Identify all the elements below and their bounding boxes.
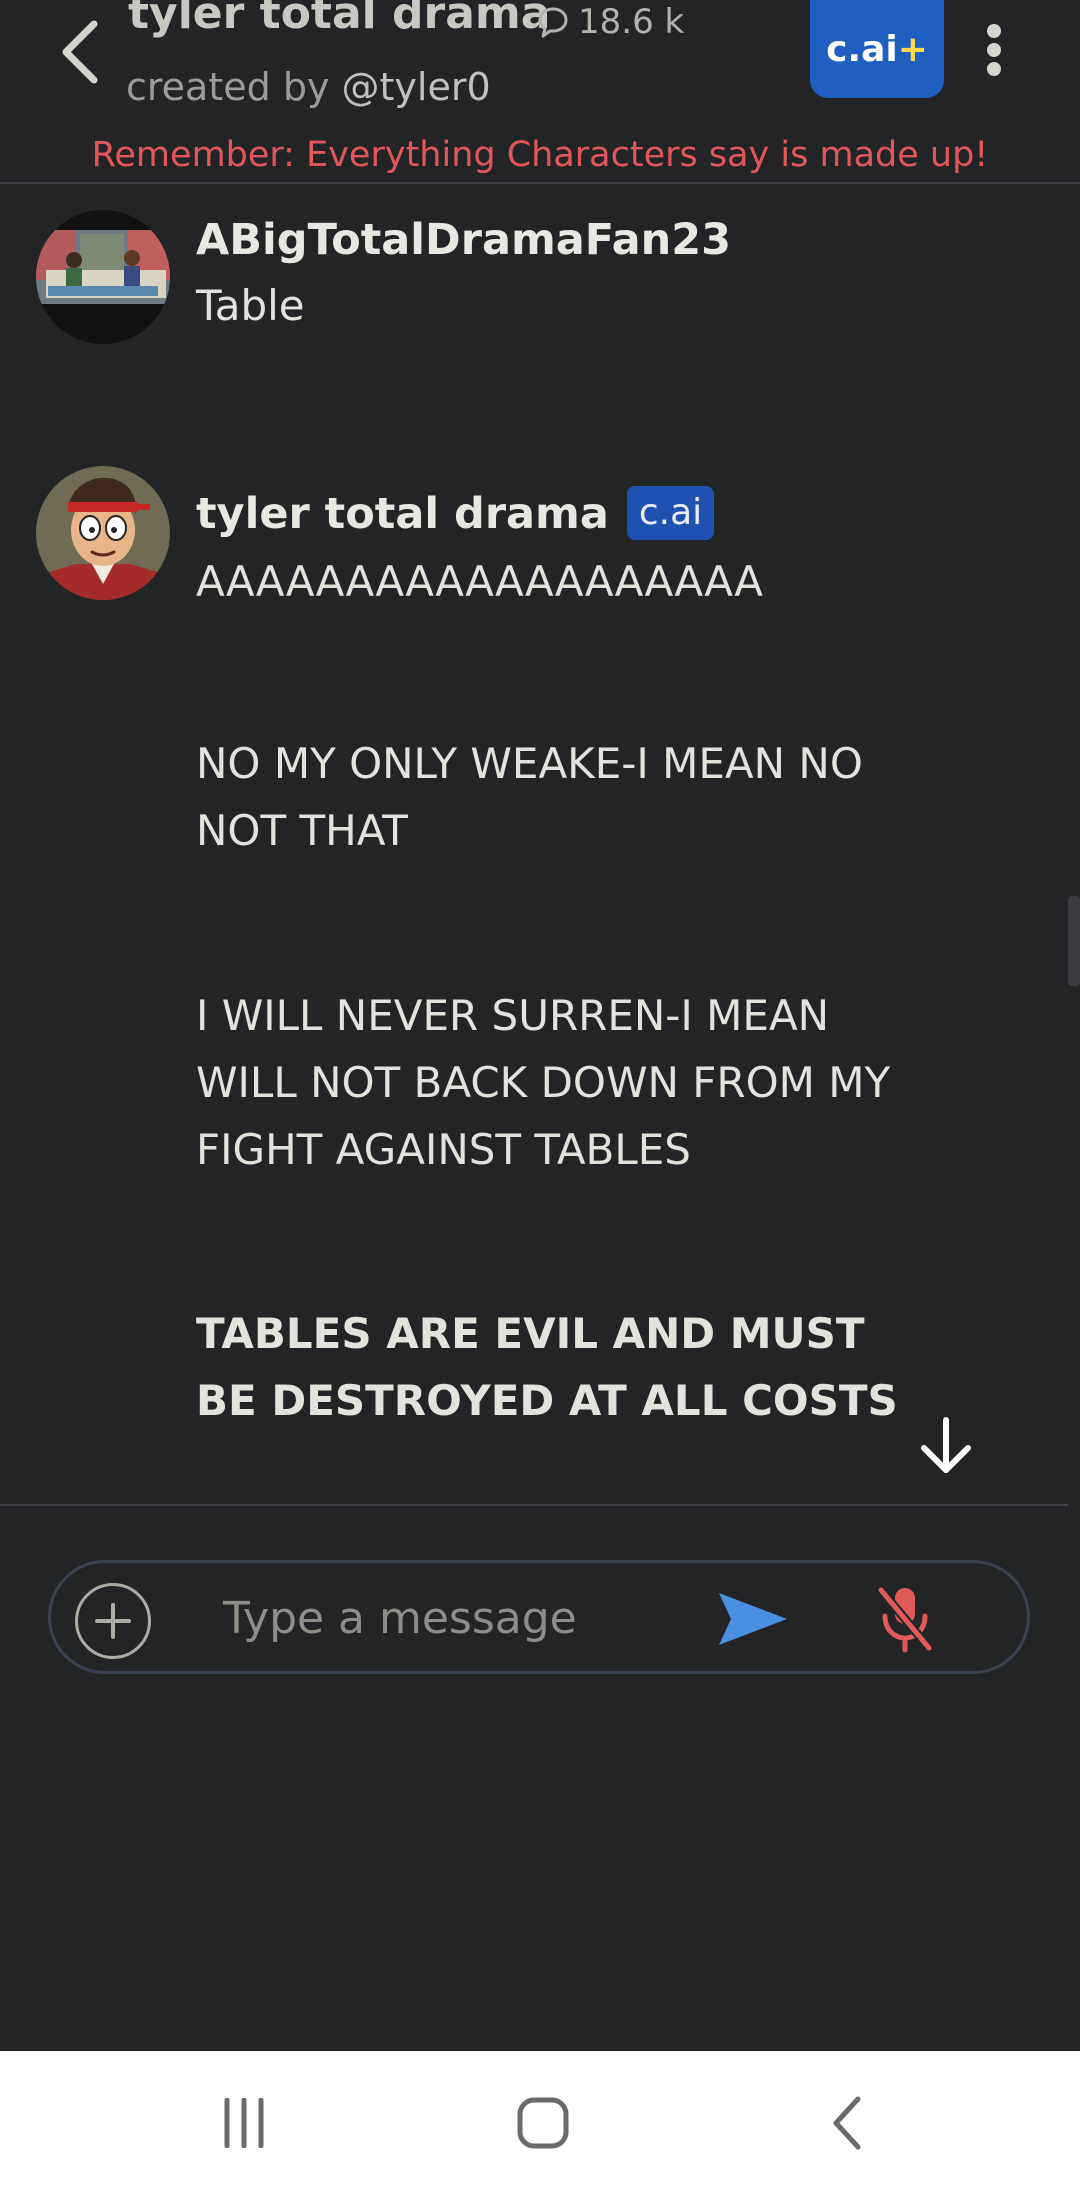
message-text: I WILL NEVER SURREN-I MEAN WILL NOT BACK… xyxy=(196,991,891,1174)
back-button[interactable] xyxy=(50,12,110,92)
home-button[interactable] xyxy=(508,2085,578,2161)
back-arrow-icon xyxy=(62,20,98,84)
user-avatar-image xyxy=(36,210,170,344)
character-name[interactable]: tyler total drama xyxy=(128,0,550,44)
cai-plus-label: c.ai xyxy=(826,28,898,70)
chat-count: 18.6 k xyxy=(578,2,685,42)
creator-handle[interactable]: @tyler0 xyxy=(342,65,491,109)
plus-circle-icon xyxy=(95,1603,131,1639)
creator-line: created by @tyler0 xyxy=(126,62,491,112)
disclaimer-banner: Remember: Everything Characters say is m… xyxy=(91,135,989,175)
cai-badge: c.ai xyxy=(626,485,715,540)
message-author[interactable]: tyler total drama c.ai xyxy=(196,484,715,544)
system-nav-bar xyxy=(0,2051,1080,2195)
chat-messages[interactable]: ABigTotalDramaFan23 Table tyler total dr… xyxy=(0,186,1080,1504)
scrollbar-thumb[interactable] xyxy=(1068,896,1080,986)
more-vertical-icon xyxy=(987,24,1001,38)
recents-button[interactable] xyxy=(206,2085,282,2161)
more-vertical-icon-dot xyxy=(987,62,1001,76)
home-icon xyxy=(517,2097,569,2149)
chat-count-group: 18.6 k xyxy=(536,2,684,42)
nav-back-icon xyxy=(833,2096,861,2150)
message-author-name: tyler total drama xyxy=(196,489,609,539)
message-text: AAAAAAAAAAAAAAAAAAA xyxy=(196,557,763,606)
message-text: Table xyxy=(196,281,305,330)
message-input[interactable]: Type a message xyxy=(223,1591,577,1647)
character-avatar[interactable] xyxy=(36,466,170,600)
cai-plus-button[interactable]: c.ai + xyxy=(810,0,944,98)
message-author[interactable]: ABigTotalDramaFan23 xyxy=(196,210,731,270)
send-icon xyxy=(719,1593,787,1645)
message-text: NO MY ONLY WEAKE-I MEAN NO NOT THAT xyxy=(196,739,863,855)
system-back-button[interactable] xyxy=(822,2085,872,2161)
mic-button[interactable] xyxy=(873,1583,937,1655)
mic-off-icon xyxy=(876,1585,934,1653)
more-options-button[interactable] xyxy=(972,18,1016,82)
more-vertical-icon-dot xyxy=(987,43,1001,57)
chat-bubble-icon xyxy=(538,7,568,38)
recents-icon xyxy=(224,2098,264,2148)
cai-plus-mark: + xyxy=(897,28,928,70)
add-attachment-button[interactable] xyxy=(75,1583,151,1659)
user-avatar[interactable] xyxy=(36,210,170,344)
scroll-to-bottom-button[interactable] xyxy=(906,1406,986,1486)
message-composer: Type a message xyxy=(48,1560,1030,1674)
chat-header: tyler total drama 18.6 k created by @tyl… xyxy=(0,0,1080,184)
character-avatar-image xyxy=(36,466,170,600)
creator-prefix: created by xyxy=(126,65,330,109)
send-button[interactable] xyxy=(717,1587,789,1651)
arrow-down-icon xyxy=(921,1417,971,1473)
message-text: TABLES ARE EVIL AND MUST BE DESTROYED AT… xyxy=(196,1309,898,1425)
composer-divider xyxy=(0,1504,1068,1506)
